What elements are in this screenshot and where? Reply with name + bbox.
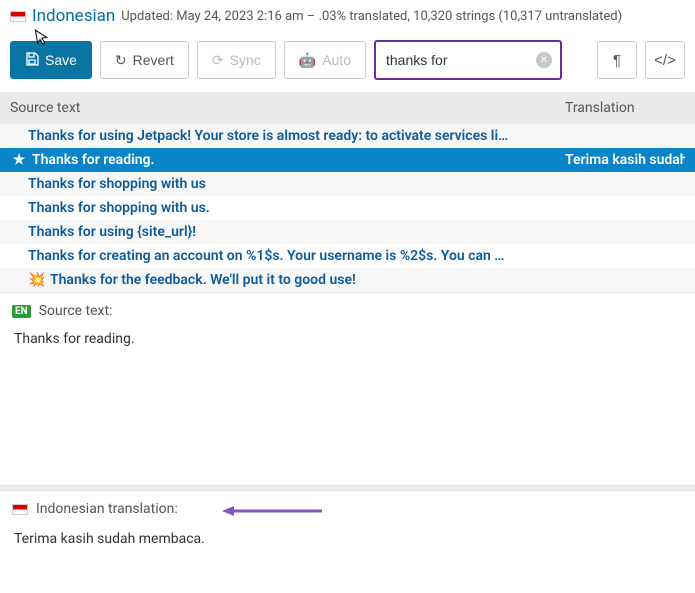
code-view-button[interactable]: </> xyxy=(645,41,685,79)
translation-body[interactable]: Terima kasih sudah membaca. xyxy=(12,517,683,551)
row-text: Thanks for using Jetpack! Your store is … xyxy=(28,128,565,144)
robot-icon: 🤖 xyxy=(299,52,316,69)
row-text: Thanks for reading. xyxy=(32,152,565,168)
revert-label: Revert xyxy=(133,52,174,68)
sync-label: Sync xyxy=(230,52,261,68)
row-text: Thanks for shopping with us. xyxy=(28,200,565,216)
table-row[interactable]: Thanks for using Jetpack! Your store is … xyxy=(0,124,695,148)
table-row[interactable]: Thanks for using {site_url}! xyxy=(0,220,695,244)
column-header: Source text Translation xyxy=(0,92,695,124)
save-icon xyxy=(25,52,39,69)
table-row[interactable]: Thanks for creating an account on %1$s. … xyxy=(0,244,695,268)
revert-icon: ↻ xyxy=(115,52,127,69)
row-text: Thanks for the feedback. We'll put it to… xyxy=(50,272,565,288)
en-badge: EN xyxy=(12,305,31,318)
source-panel: EN Source text: Thanks for reading. xyxy=(0,292,695,485)
toolbar: Save ↻ Revert ⟳ Sync 🤖 Auto ✕ ¶ </> xyxy=(0,30,695,92)
auto-label: Auto xyxy=(322,52,351,68)
sync-icon: ⟳ xyxy=(212,52,224,69)
revert-button[interactable]: ↻ Revert xyxy=(100,41,189,79)
table-row[interactable]: ★Thanks for reading.Terima kasih sudah m xyxy=(0,148,695,172)
search-input[interactable] xyxy=(386,52,530,68)
flag-icon xyxy=(10,11,26,22)
clear-search-icon[interactable]: ✕ xyxy=(536,52,552,68)
col-source: Source text xyxy=(10,100,565,116)
row-text: Thanks for creating an account on %1$s. … xyxy=(28,248,565,264)
translation-label: Indonesian translation: xyxy=(36,501,178,517)
col-translation: Translation xyxy=(565,100,685,116)
source-body: Thanks for reading. xyxy=(12,325,683,475)
arrow-annotation-icon xyxy=(222,503,322,523)
burst-icon: 💥 xyxy=(28,272,46,288)
search-field-wrap: ✕ xyxy=(374,40,562,80)
table-row[interactable]: Thanks for shopping with us xyxy=(0,172,695,196)
translation-panel: Indonesian translation: Terima kasih sud… xyxy=(0,491,695,561)
flag-icon xyxy=(12,504,28,515)
sync-button[interactable]: ⟳ Sync xyxy=(197,41,276,79)
source-label: Source text: xyxy=(39,303,113,319)
pilcrow-button[interactable]: ¶ xyxy=(597,41,637,79)
auto-button[interactable]: 🤖 Auto xyxy=(284,41,366,79)
row-translation: Terima kasih sudah m xyxy=(565,152,685,168)
language-link[interactable]: Indonesian xyxy=(32,6,115,26)
row-text: Thanks for shopping with us xyxy=(28,176,565,192)
save-label: Save xyxy=(45,52,77,68)
row-text: Thanks for using {site_url}! xyxy=(28,224,565,240)
header-meta: Updated: May 24, 2023 2:16 am – .03% tra… xyxy=(121,9,622,24)
table-row[interactable]: Thanks for shopping with us. xyxy=(0,196,695,220)
star-icon: ★ xyxy=(10,152,28,168)
table-row[interactable]: 💥Thanks for the feedback. We'll put it t… xyxy=(0,268,695,292)
